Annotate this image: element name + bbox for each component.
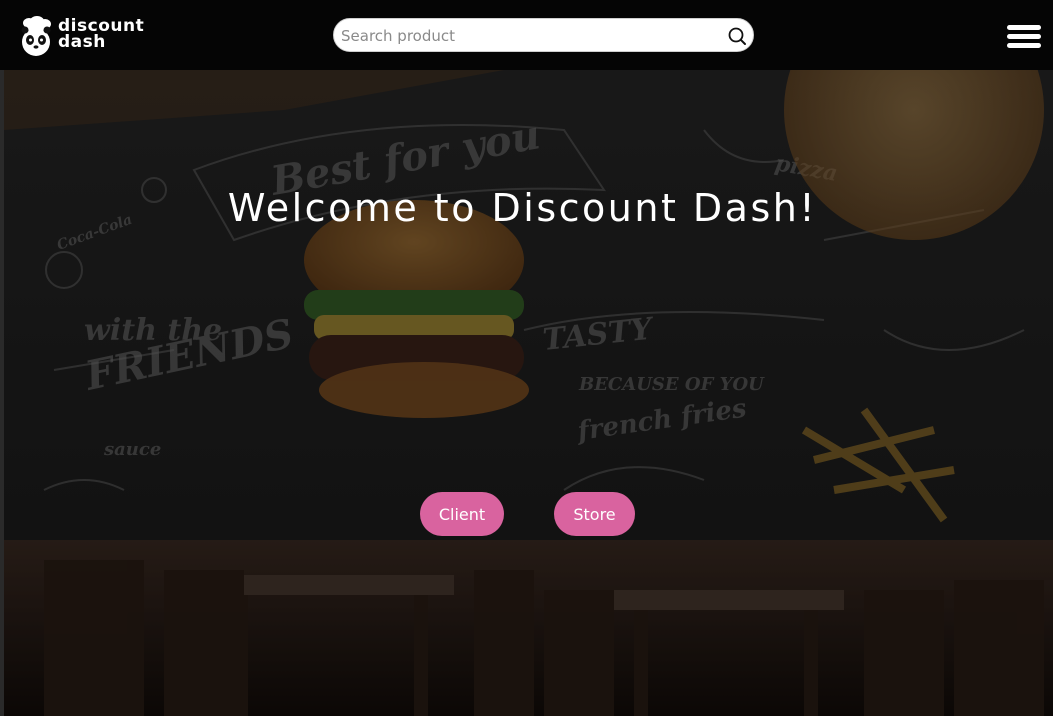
hamburger-menu-icon[interactable] xyxy=(1006,22,1042,50)
logo[interactable]: discount dash xyxy=(18,14,148,58)
client-button[interactable]: Client xyxy=(420,492,504,536)
logo-text: discount dash xyxy=(58,18,144,52)
panda-chef-icon xyxy=(21,16,51,56)
search-input[interactable] xyxy=(339,19,723,53)
search-bar xyxy=(333,18,754,53)
search-icon[interactable] xyxy=(727,26,747,46)
hero-section: Best for you with the FRIENDS TASTY BECA… xyxy=(4,70,1053,716)
hero-title: Welcome to Discount Dash! xyxy=(227,186,818,230)
hero-overlay xyxy=(4,70,1053,716)
navbar: discount dash xyxy=(0,0,1053,70)
logo-line-2: dash xyxy=(58,32,106,52)
store-button[interactable]: Store xyxy=(554,492,635,536)
